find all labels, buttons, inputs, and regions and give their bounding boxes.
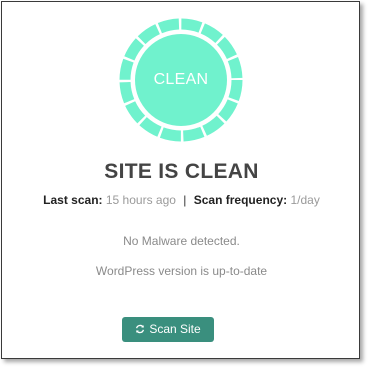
page-title: SITE IS CLEAN bbox=[104, 160, 259, 183]
meta-separator: | bbox=[183, 193, 187, 207]
scan-frequency-value: 1/day bbox=[290, 193, 320, 207]
scan-site-button-label: Scan Site bbox=[149, 322, 201, 336]
last-scan-label: Last scan: bbox=[43, 193, 103, 207]
last-scan-value: 15 hours ago bbox=[105, 193, 176, 207]
status-label: CLEAN bbox=[153, 71, 209, 88]
malware-status-message: No Malware detected. bbox=[123, 234, 240, 248]
status-ring: CLEAN bbox=[119, 18, 243, 142]
scan-meta: Last scan: 15 hours ago | Scan frequency… bbox=[2, 193, 361, 207]
scan-status-panel: CLEAN SITE IS CLEAN Last scan: 15 hours … bbox=[1, 1, 360, 359]
scan-frequency-label: Scan frequency: bbox=[193, 193, 288, 207]
refresh-icon bbox=[136, 324, 145, 334]
wordpress-version-message: WordPress version is up-to-date bbox=[95, 264, 268, 278]
scan-site-button[interactable]: Scan Site bbox=[122, 317, 214, 342]
